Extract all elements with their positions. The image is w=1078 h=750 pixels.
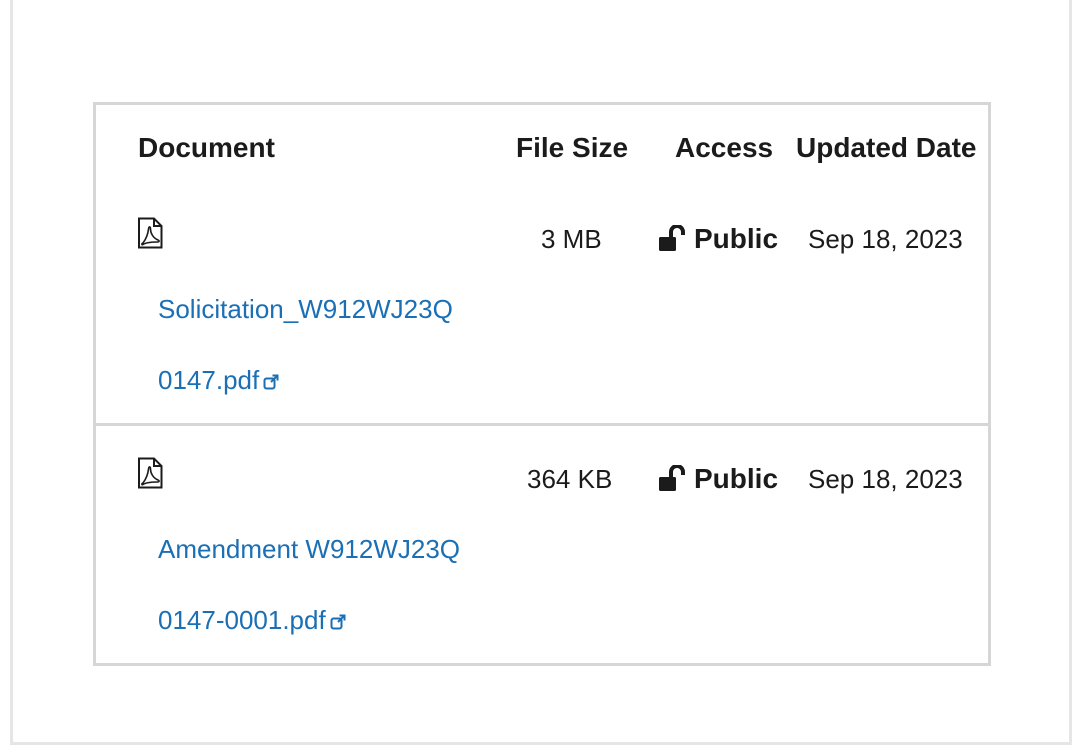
updated-date: Sep 18, 2023: [808, 224, 963, 254]
unlock-icon: [658, 464, 688, 493]
pdf-file-icon: [137, 217, 163, 249]
document-link[interactable]: 0147-0001.pdf: [158, 603, 346, 637]
access-label: Public: [694, 223, 779, 254]
access-label: Public: [694, 463, 779, 494]
header-access: Access: [675, 132, 774, 163]
file-size: 364 KB: [527, 464, 613, 494]
updated-date: Sep 18, 2023: [808, 464, 963, 494]
access-cell: Public: [658, 462, 778, 496]
document-link-line1[interactable]: Amendment W912WJ23Q: [158, 532, 460, 566]
document-link[interactable]: 0147.pdf: [158, 363, 279, 397]
document-link-line1[interactable]: Solicitation_W912WJ23Q: [158, 292, 453, 326]
external-link-icon: [263, 364, 279, 390]
header-updated-date: Updated Date: [796, 132, 977, 163]
row-divider: [96, 423, 988, 426]
access-cell: Public: [658, 222, 778, 256]
pdf-file-icon: [137, 457, 163, 489]
file-size: 3 MB: [541, 224, 602, 254]
external-link-icon: [330, 604, 346, 630]
unlock-icon: [658, 224, 688, 253]
document-link-line2: 0147-0001.pdf: [158, 605, 326, 635]
header-file-size: File Size: [516, 132, 629, 163]
document-link-line2: 0147.pdf: [158, 365, 260, 395]
header-document: Document: [138, 132, 275, 163]
